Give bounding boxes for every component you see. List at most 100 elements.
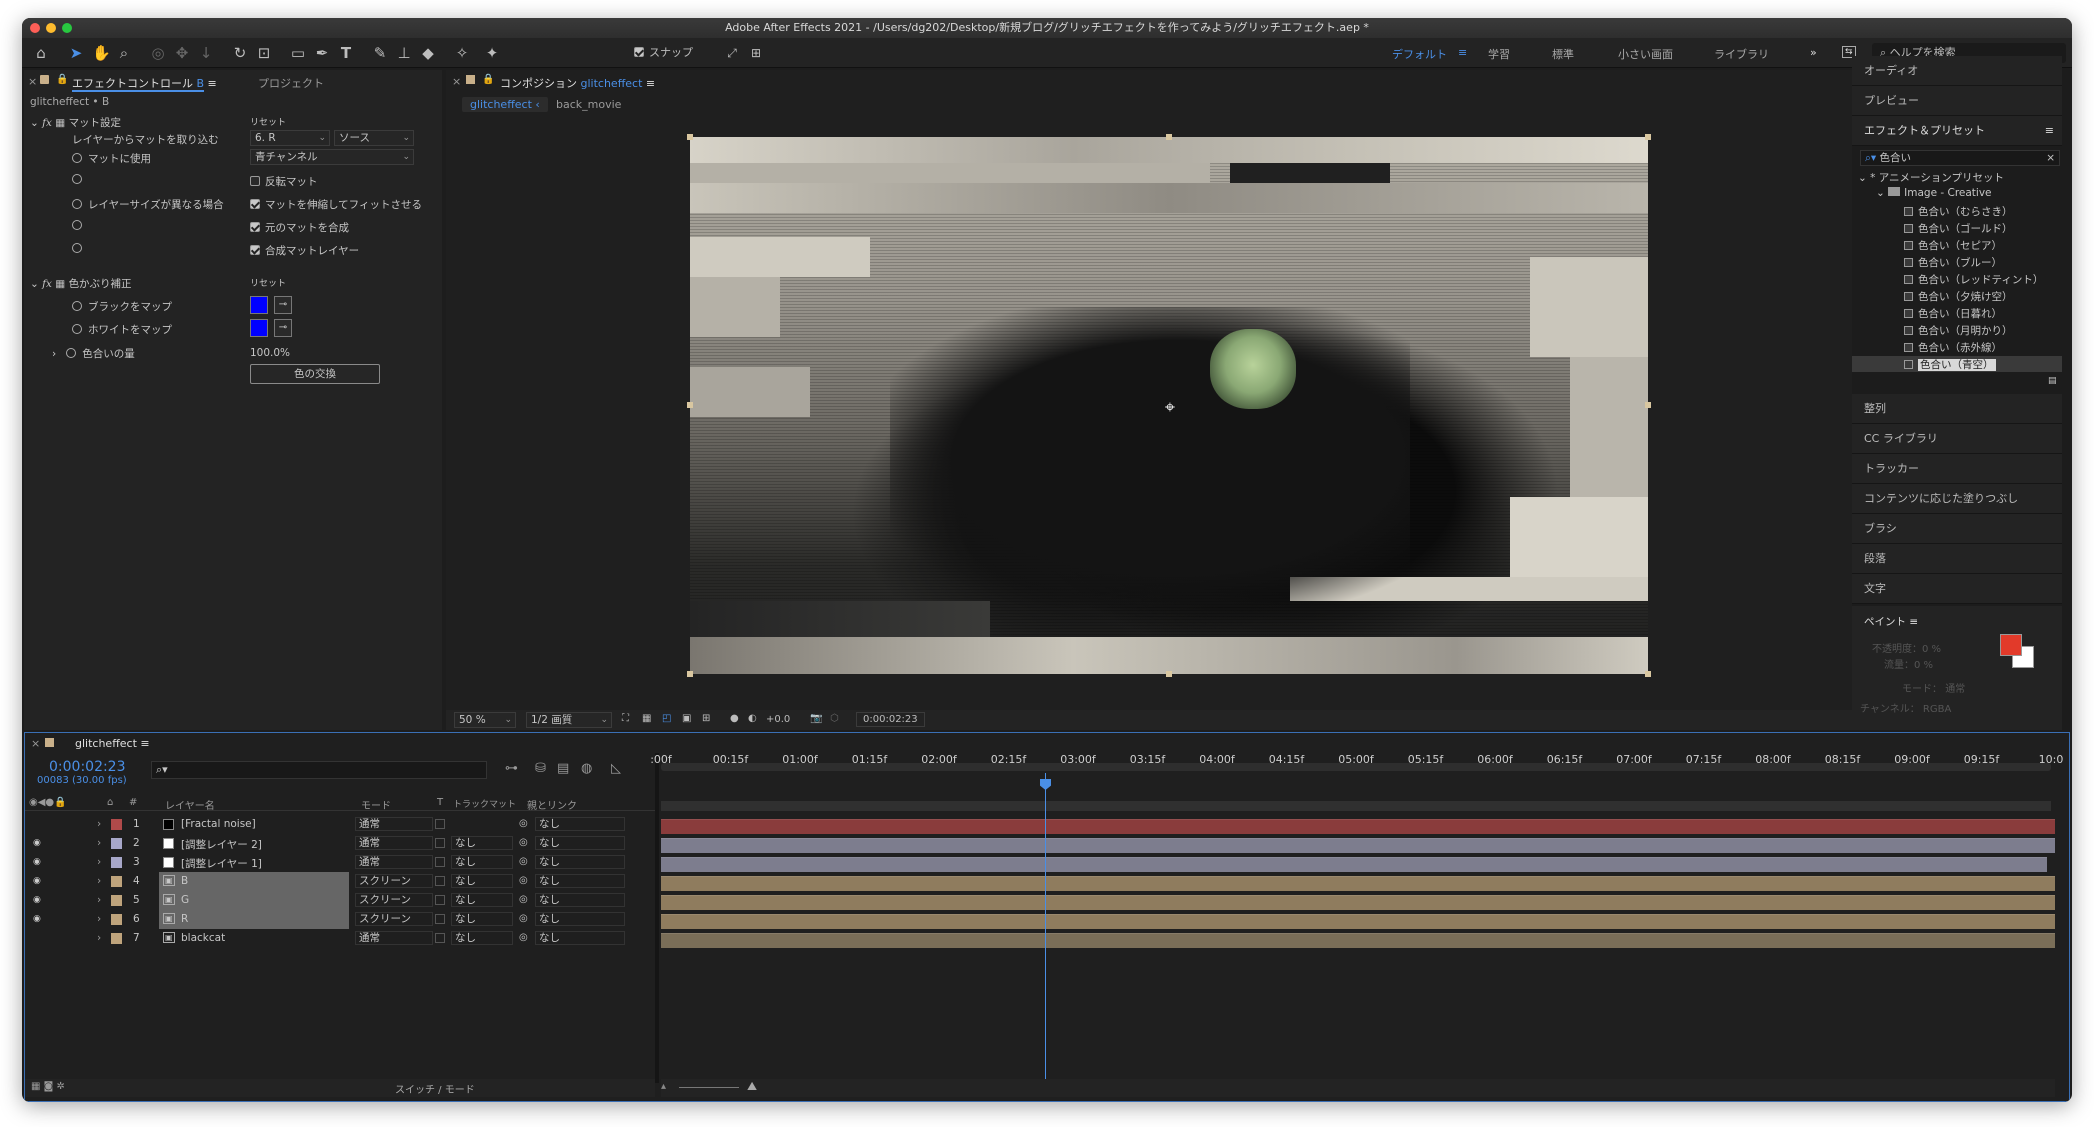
snapshot-icon[interactable]: 📷: [810, 713, 822, 724]
preserve-transparency-checkbox[interactable]: [435, 895, 445, 905]
panel-effects-presets-header[interactable]: エフェクト＆プリセット ≡: [1852, 116, 2062, 146]
blend-mode-select[interactable]: スクリーン: [355, 912, 433, 926]
stopwatch-icon[interactable]: [72, 153, 82, 163]
lock-icon[interactable]: 🔒: [482, 74, 494, 85]
switches-modes-toggle[interactable]: スイッチ / モード: [395, 1081, 475, 1096]
composite-matte-checkbox[interactable]: 元のマットを合成: [250, 220, 349, 235]
viewer-timecode[interactable]: 0:00:02:23: [856, 712, 925, 727]
label-color-swatch[interactable]: [111, 819, 122, 830]
label-color-swatch[interactable]: [111, 914, 122, 925]
map-black-color-swatch[interactable]: [250, 296, 268, 314]
paint-mode-value[interactable]: 通常: [1945, 684, 1965, 695]
tree-image-creative[interactable]: ⌄ Image - Creative: [1876, 187, 1992, 199]
zoom-slider[interactable]: [679, 1087, 739, 1088]
tab-project[interactable]: プロジェクト: [258, 75, 324, 91]
rectangle-tool-icon[interactable]: ▭: [290, 44, 306, 62]
stretch-matte-checkbox[interactable]: マットを伸縮してフィットさせる: [250, 197, 422, 212]
pickwhip-icon[interactable]: ◎: [519, 913, 528, 924]
take-matte-source-select[interactable]: ソース ⌄: [334, 130, 414, 146]
layer-handle[interactable]: [687, 671, 693, 677]
expand-chevron-icon[interactable]: ›: [97, 894, 101, 906]
stopwatch-icon[interactable]: [72, 243, 88, 255]
layer-row[interactable]: › 1 [Fractal noise] 通常 ◎ なし: [25, 815, 655, 834]
rotate-tool-icon[interactable]: ↻: [232, 44, 248, 62]
eye-icon[interactable]: ◉: [33, 857, 41, 867]
preserve-transparency-checkbox[interactable]: [435, 914, 445, 924]
eraser-tool-icon[interactable]: ◆: [420, 44, 436, 62]
pickwhip-icon[interactable]: ◎: [519, 837, 528, 848]
blend-mode-select[interactable]: 通常: [355, 931, 433, 945]
breadcrumb-glitcheffect[interactable]: glitcheffect ‹: [462, 97, 548, 112]
panel-character[interactable]: 文字: [1852, 574, 2062, 604]
pickwhip-icon[interactable]: ◎: [519, 875, 528, 886]
home-icon[interactable]: ⌂: [32, 44, 50, 62]
layer-duration-bar[interactable]: [661, 933, 2055, 948]
clear-search-icon[interactable]: ×: [2046, 151, 2055, 165]
close-panel-icon[interactable]: ×: [452, 75, 461, 88]
panel-tracker[interactable]: トラッカー: [1852, 454, 2062, 484]
invert-matte-checkbox[interactable]: 反転マット: [250, 174, 318, 189]
parent-select[interactable]: なし: [535, 912, 625, 926]
parent-select[interactable]: なし: [535, 836, 625, 850]
preset-item-selected[interactable]: 色合い（青空）: [1904, 357, 1996, 372]
layer-duration-bar[interactable]: [661, 895, 2055, 910]
parent-select[interactable]: なし: [535, 931, 625, 945]
pickwhip-icon[interactable]: ◎: [519, 856, 528, 867]
expand-chevron-icon[interactable]: ›: [97, 875, 101, 887]
eye-icon[interactable]: ◉: [33, 895, 41, 905]
paint-flow-value[interactable]: 0 %: [1914, 660, 1933, 671]
eye-icon[interactable]: ◉: [33, 838, 41, 848]
workspace-small-screen[interactable]: 小さい画面: [1618, 46, 1673, 62]
panel-preview[interactable]: プレビュー: [1852, 86, 2062, 116]
preserve-transparency-checkbox[interactable]: [435, 876, 445, 886]
show-snapshot-icon[interactable]: ⬡: [830, 713, 839, 724]
preserve-transparency-checkbox[interactable]: [435, 819, 445, 829]
tab-composition[interactable]: コンポジション glitcheffect ≡: [500, 75, 655, 91]
zoom-window-button[interactable]: [62, 23, 72, 33]
region-of-interest-icon[interactable]: ▣: [682, 713, 691, 724]
panel-align[interactable]: 整列: [1852, 394, 2062, 424]
transparency-grid-icon[interactable]: ▦: [642, 713, 651, 724]
close-panel-icon[interactable]: ×: [31, 737, 40, 750]
hand-tool-icon[interactable]: ✋: [92, 44, 111, 62]
expand-chevron-icon[interactable]: ›: [97, 818, 101, 830]
snap-edges-icon[interactable]: ⤢: [724, 44, 740, 62]
preset-item[interactable]: 色合い（ゴールド）: [1904, 221, 2013, 236]
paint-opacity-value[interactable]: 0 %: [1922, 644, 1941, 655]
label-color-swatch[interactable]: [111, 933, 122, 944]
shy-layers-icon[interactable]: ▤: [557, 761, 569, 776]
tab-timeline-comp[interactable]: glitcheffect ≡: [75, 737, 150, 750]
minimize-window-button[interactable]: [46, 23, 56, 33]
track-matte-select[interactable]: なし: [451, 874, 513, 888]
track-matte-select[interactable]: なし: [451, 931, 513, 945]
lock-icon[interactable]: 🔒: [56, 74, 68, 85]
layer-row[interactable]: ◉ › 2 [調整レイヤー 2] 通常 なし ◎ なし: [25, 834, 655, 853]
roto-brush-icon[interactable]: ✧: [454, 44, 470, 62]
blend-mode-select[interactable]: 通常: [355, 817, 433, 831]
track-matte-select[interactable]: なし: [451, 836, 513, 850]
parent-select[interactable]: なし: [535, 893, 625, 907]
grid-guides-icon[interactable]: ⊞: [702, 713, 710, 724]
stopwatch-icon[interactable]: [72, 220, 88, 232]
preset-item[interactable]: 色合い（赤外線）: [1904, 340, 2002, 355]
text-tool-icon[interactable]: T: [338, 44, 354, 62]
expand-chevron-icon[interactable]: ›: [97, 837, 101, 849]
amount-tint-value[interactable]: 100.0%: [250, 347, 290, 359]
label-color-swatch[interactable]: [111, 876, 122, 887]
workspace-default[interactable]: デフォルト: [1392, 46, 1447, 62]
close-panel-icon[interactable]: ×: [28, 75, 37, 88]
tree-animation-presets[interactable]: ⌄ * アニメーションプリセット: [1858, 170, 2004, 185]
stopwatch-icon[interactable]: [72, 301, 82, 311]
workspace-menu-icon[interactable]: ≡: [1458, 46, 1467, 59]
effects-search-field[interactable]: ⌕▾ 色合い ×: [1860, 150, 2060, 166]
layer-handle[interactable]: [1645, 134, 1651, 140]
panel-cc-libraries[interactable]: CC ライブラリ: [1852, 424, 2062, 454]
amount-tint-row[interactable]: › 色合いの量: [52, 346, 135, 361]
map-white-color-swatch[interactable]: [250, 319, 268, 337]
selection-tool-icon[interactable]: ➤: [68, 44, 84, 62]
use-for-matte-select[interactable]: 青チャンネル ⌄: [250, 149, 414, 165]
paint-channel-value[interactable]: RGBA: [1923, 704, 1951, 715]
anchor-tool-icon[interactable]: ⊡: [256, 44, 272, 62]
panel-audio[interactable]: オーディオ: [1852, 56, 2062, 86]
take-matte-layer-select[interactable]: 6. R ⌄: [250, 130, 330, 146]
